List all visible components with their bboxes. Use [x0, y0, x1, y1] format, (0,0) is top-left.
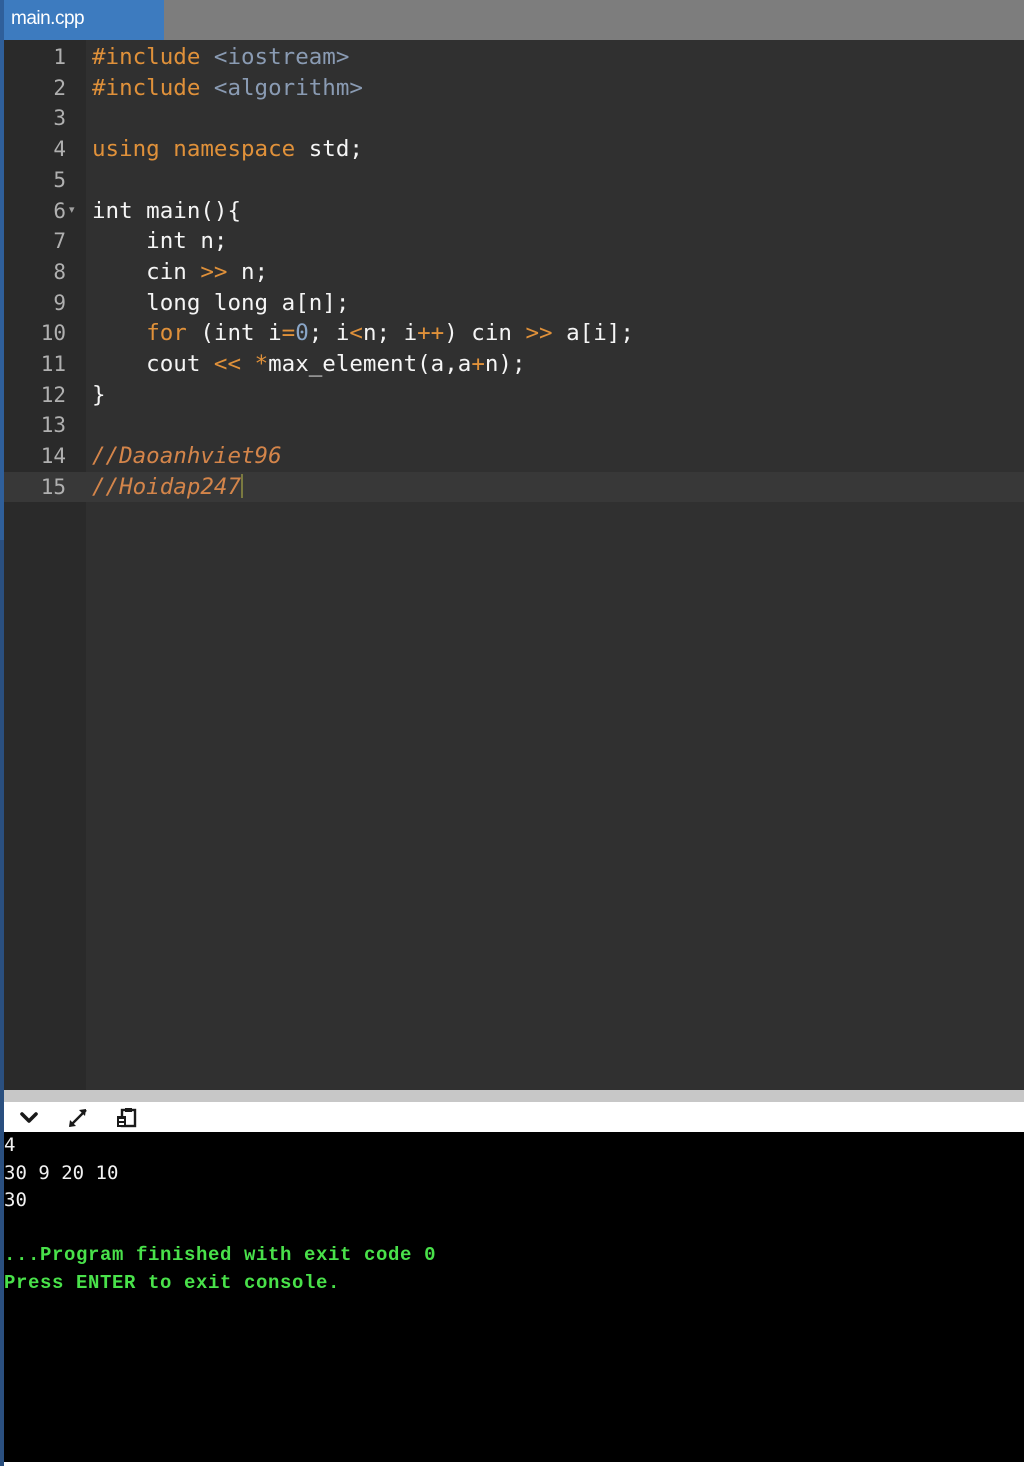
- code-token: =: [281, 320, 296, 347]
- code-line[interactable]: 12}: [4, 380, 1024, 411]
- code-token: }: [92, 381, 106, 408]
- code-token: namespace: [173, 136, 296, 163]
- code-token: >>: [200, 258, 228, 285]
- code-token: ; i: [308, 320, 350, 347]
- code-line[interactable]: 15 //Hoidap247: [4, 471, 1024, 503]
- code-line-text: #include <algorithm>: [92, 73, 363, 103]
- tab-main-cpp[interactable]: main.cpp: [4, 0, 164, 40]
- console-output-line: 30: [4, 1189, 27, 1212]
- chevron-down-icon[interactable]: [16, 1105, 42, 1131]
- expand-arrows-icon[interactable]: [65, 1105, 91, 1131]
- code-token: +: [471, 351, 485, 377]
- code-token: n; i: [362, 320, 418, 347]
- code-token: #include: [92, 44, 214, 70]
- code-token: ++: [417, 320, 445, 347]
- line-number: 10: [40, 321, 66, 346]
- code-line[interactable]: 8 cin >> n;: [4, 257, 1024, 288]
- code-line-text: long long a[n];: [92, 288, 349, 318]
- exit-prompt: Press ENTER to exit console.: [4, 1271, 341, 1294]
- code-token: #include: [92, 74, 214, 101]
- code-token: n;: [227, 258, 269, 285]
- line-number: 8: [53, 259, 66, 284]
- line-number: 6: [53, 198, 66, 223]
- code-line-text: #include <iostream>: [92, 42, 349, 72]
- line-number: 1: [53, 45, 66, 69]
- line-number: 14: [40, 444, 66, 469]
- code-line-text: int main(){: [92, 196, 241, 226]
- code-token: //Hoidap247: [92, 473, 242, 500]
- code-editor[interactable]: 1 #include <iostream> 2 #include <algorithm…: [4, 40, 1024, 1090]
- line-number: 2: [53, 75, 66, 100]
- code-token: <iostream>: [213, 44, 350, 70]
- line-number: 15: [40, 474, 66, 499]
- console-toolbar: [4, 1102, 1024, 1132]
- code-line[interactable]: 4 using namespace std;: [4, 134, 1024, 165]
- code-token: >>: [525, 320, 553, 347]
- code-token: <algorithm>: [213, 74, 363, 101]
- code-line-text: cin >> n;: [92, 257, 268, 287]
- code-line[interactable]: 1 #include <iostream>: [4, 42, 1024, 73]
- code-line[interactable]: 9 long long a[n];: [4, 288, 1024, 319]
- code-token: (int i: [186, 320, 282, 347]
- panel-splitter[interactable]: [4, 1090, 1024, 1102]
- code-line[interactable]: 7 int n;: [4, 226, 1024, 257]
- code-line-text: cout << *max_element(a,a+n);: [92, 349, 526, 379]
- line-number: 7: [53, 229, 66, 254]
- code-token: long long a[n];: [92, 289, 350, 316]
- code-token: ) cin: [444, 320, 526, 347]
- code-token: int n;: [92, 228, 228, 255]
- code-line[interactable]: 6 ▾ int main(){: [4, 196, 1024, 227]
- code-token: cout: [92, 351, 214, 377]
- code-line-text: //Daoanhviet96: [92, 441, 282, 471]
- console-output: 4 30 9 20 10 30: [4, 1132, 1024, 1242]
- code-line[interactable]: 3: [4, 103, 1024, 134]
- output-console[interactable]: 4 30 9 20 10 30 ...Program finished with e…: [4, 1132, 1024, 1462]
- line-number: 4: [53, 137, 66, 162]
- exit-code-message: ...Program finished with exit code 0: [4, 1244, 437, 1267]
- code-token: 0: [295, 320, 309, 347]
- clipboard-icon[interactable]: [114, 1105, 140, 1131]
- code-line[interactable]: 11 cout << *max_element(a,a+n);: [4, 349, 1024, 380]
- code-token: *: [254, 351, 269, 377]
- code-line-text: for (int i=0; i<n; i++) cin >> a[i];: [92, 318, 634, 348]
- code-line-text: //Hoidap247: [92, 472, 244, 502]
- code-token: <<: [213, 351, 242, 377]
- code-token: a[i];: [552, 320, 634, 347]
- line-number: 9: [53, 290, 66, 315]
- code-line[interactable]: 5: [4, 165, 1024, 196]
- console-output-line: 30 9 20 10: [4, 1161, 119, 1184]
- code-token: <: [349, 320, 363, 347]
- code-token: std;: [295, 136, 363, 163]
- code-token: using: [92, 136, 160, 163]
- line-number: 3: [53, 106, 66, 131]
- code-line-text: int n;: [92, 226, 227, 256]
- text-caret: [241, 473, 244, 498]
- code-token: //Daoanhviet96: [92, 443, 282, 470]
- code-token: int main(){: [92, 197, 242, 224]
- code-token: n);: [484, 351, 526, 377]
- code-line[interactable]: 10 for (int i=0; i<n; i++) cin >> a[i];: [4, 318, 1024, 349]
- line-number: 12: [40, 382, 66, 407]
- code-line[interactable]: 13: [4, 410, 1024, 441]
- code-token: cin: [92, 258, 201, 285]
- code-line[interactable]: 14 //Daoanhviet96: [4, 441, 1024, 472]
- code-token: max_element(a,a: [268, 351, 472, 377]
- code-token: for: [146, 320, 187, 347]
- line-number: 5: [53, 167, 66, 192]
- code-line-text: }: [92, 380, 106, 410]
- line-number: 13: [40, 413, 66, 438]
- fold-arrow-icon[interactable]: ▾: [69, 196, 75, 224]
- tab-bar: main.cpp: [4, 0, 1024, 40]
- code-line[interactable]: 2 #include <algorithm>: [4, 73, 1024, 104]
- code-line-text: using namespace std;: [92, 134, 363, 164]
- line-number: 11: [40, 352, 66, 376]
- window-bottom-edge: [4, 1462, 1024, 1466]
- console-output-line: 4: [4, 1134, 16, 1156]
